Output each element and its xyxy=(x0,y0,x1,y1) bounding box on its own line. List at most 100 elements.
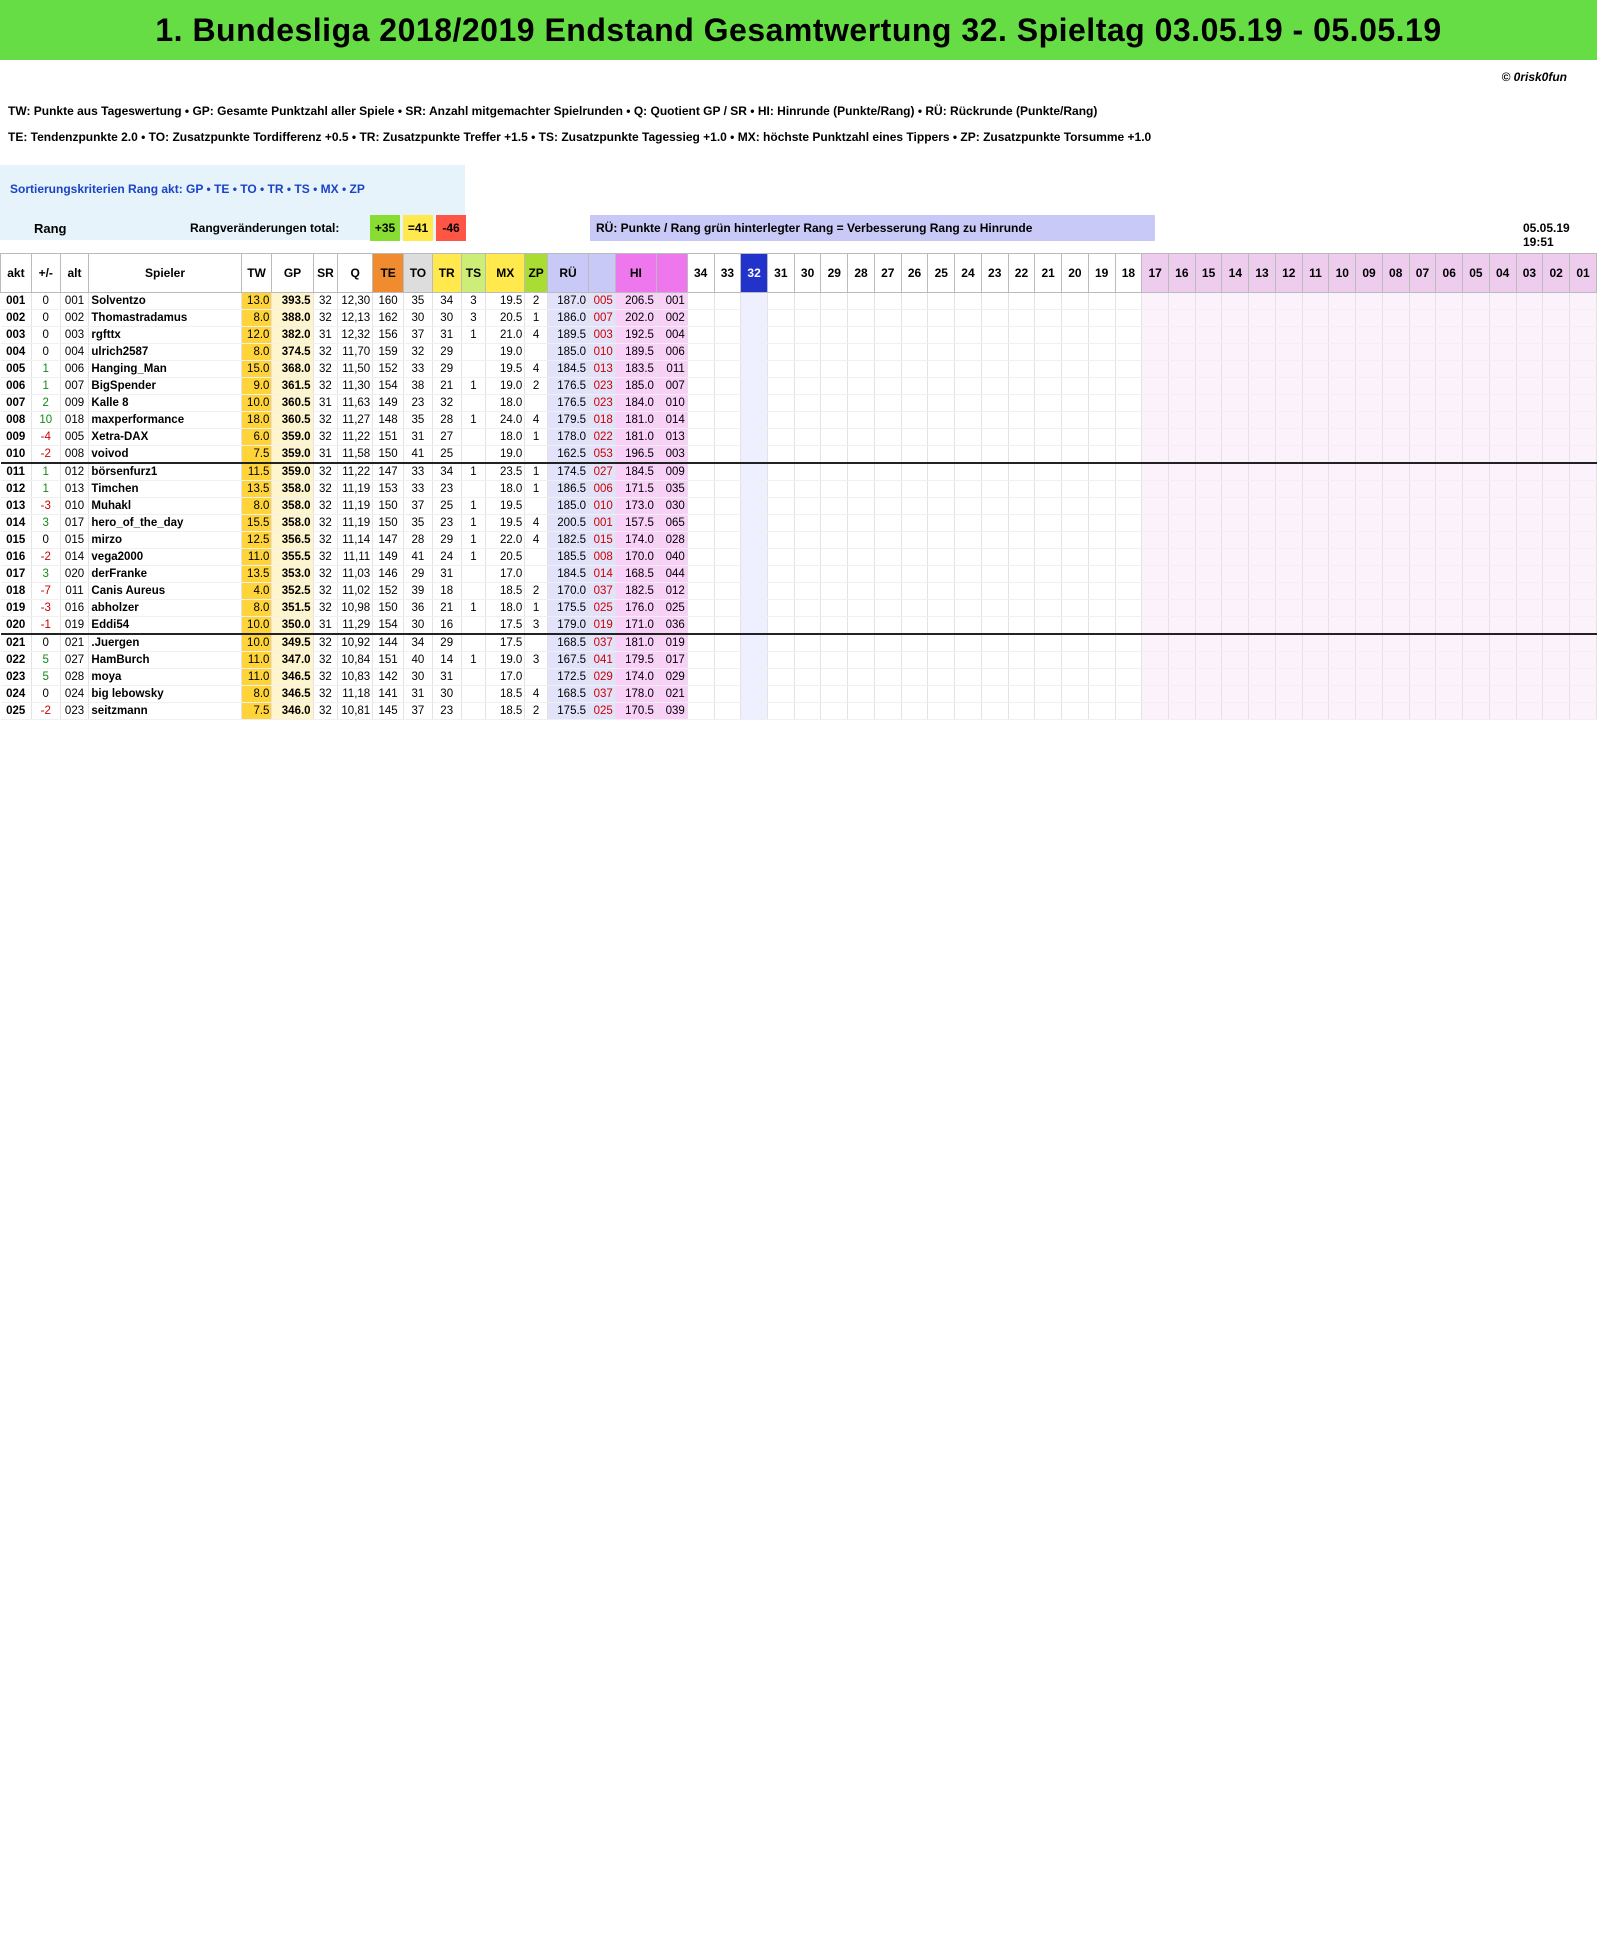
cell-name: Kalle 8 xyxy=(88,394,242,412)
cell-round xyxy=(1355,616,1383,635)
cell-hi: 171.5 xyxy=(615,480,657,498)
col-round: 04 xyxy=(1488,253,1517,293)
cell-round xyxy=(687,343,715,361)
cell-akt: 012 xyxy=(0,480,32,498)
cell-round xyxy=(1275,343,1303,361)
cell-round xyxy=(1409,531,1437,549)
cell-round xyxy=(927,497,956,515)
cell-round xyxy=(1355,480,1383,498)
cell-round xyxy=(1061,582,1089,600)
cell-name: Muhakl xyxy=(88,497,242,515)
cell-round xyxy=(1248,480,1276,498)
cell-round xyxy=(1168,633,1196,652)
cell-ru: 185.0 xyxy=(547,343,590,361)
cell-round xyxy=(1034,360,1063,378)
cell-hir: 002 xyxy=(656,309,688,327)
cell-d: 0 xyxy=(31,531,61,549)
cell-round xyxy=(927,445,956,464)
cell-akt: 011 xyxy=(0,462,32,481)
cell-gp: 349.5 xyxy=(271,633,314,652)
cell-round xyxy=(1115,599,1143,617)
cell-round xyxy=(820,599,849,617)
cell-alt: 008 xyxy=(60,445,90,464)
cell-round xyxy=(1489,360,1517,378)
cell-tw: 8.0 xyxy=(241,599,273,617)
cell-round xyxy=(820,702,849,720)
cell-name: .Juergen xyxy=(88,633,242,652)
cell-q: 11,11 xyxy=(337,548,374,566)
cell-akt: 002 xyxy=(0,309,32,327)
cell-round xyxy=(1275,548,1303,566)
cell-round xyxy=(1462,377,1490,395)
cell-round xyxy=(820,411,849,429)
cell-round xyxy=(901,616,929,635)
cell-ts: 1 xyxy=(461,531,487,549)
cell-round xyxy=(1034,411,1063,429)
cell-round xyxy=(1141,462,1169,481)
cell-alt: 024 xyxy=(60,685,90,703)
cell-round xyxy=(1115,445,1143,464)
cell-round xyxy=(1462,531,1490,549)
cell-hi: 171.0 xyxy=(615,616,657,635)
cell-akt: 018 xyxy=(0,582,32,600)
cell-round xyxy=(1302,582,1330,600)
cell-ts xyxy=(461,445,487,464)
cell-round xyxy=(1195,514,1223,532)
cell-round xyxy=(1489,702,1517,720)
cell-mx: 18.5 xyxy=(485,582,526,600)
cell-name: abholzer xyxy=(88,599,242,617)
cell-round xyxy=(820,685,849,703)
cell-tr: 30 xyxy=(432,685,462,703)
cell-tw: 13.5 xyxy=(241,480,273,498)
cell-round xyxy=(794,531,822,549)
cell-tr: 32 xyxy=(432,394,462,412)
cell-round xyxy=(1248,377,1276,395)
cell-round xyxy=(901,651,929,669)
cell-round xyxy=(1355,292,1383,310)
cell-hi: 170.5 xyxy=(615,702,657,720)
cell-round xyxy=(1569,616,1597,635)
cell-name: Timchen xyxy=(88,480,242,498)
cell-to: 41 xyxy=(403,548,433,566)
cell-round xyxy=(954,497,982,515)
cell-akt: 006 xyxy=(0,377,32,395)
cell-round xyxy=(1221,497,1250,515)
cell-round xyxy=(874,633,902,652)
col-to: TO xyxy=(403,253,433,293)
cell-gp: 359.0 xyxy=(271,445,314,464)
cell-round xyxy=(1034,651,1063,669)
cell-d: -4 xyxy=(31,428,61,446)
cell-round xyxy=(714,565,742,583)
cell-round xyxy=(1409,668,1437,686)
cell-round xyxy=(1516,514,1544,532)
col-player: Spieler xyxy=(88,253,242,293)
cell-round xyxy=(820,428,849,446)
cell-round xyxy=(981,599,1009,617)
cell-round xyxy=(1248,394,1276,412)
cell-round xyxy=(1328,565,1357,583)
cell-round xyxy=(820,668,849,686)
cell-round xyxy=(687,599,715,617)
cell-round xyxy=(1115,326,1143,344)
cell-round xyxy=(1168,326,1196,344)
cell-round xyxy=(714,292,742,310)
cell-ru: 167.5 xyxy=(547,651,590,669)
cell-round xyxy=(1008,582,1036,600)
cell-round xyxy=(740,565,768,583)
cell-round xyxy=(1141,582,1169,600)
cell-round xyxy=(1141,394,1169,412)
cell-round xyxy=(901,343,929,361)
cell-round xyxy=(820,514,849,532)
cell-round xyxy=(1302,633,1330,652)
cell-round xyxy=(1195,292,1223,310)
cell-d: -2 xyxy=(31,702,61,720)
cell-round xyxy=(1141,702,1169,720)
cell-tw: 12.0 xyxy=(241,326,273,344)
cell-round xyxy=(1489,497,1517,515)
cell-round xyxy=(981,309,1009,327)
cell-round xyxy=(1061,445,1089,464)
cell-round xyxy=(1221,411,1250,429)
cell-round xyxy=(1328,616,1357,635)
cell-te: 142 xyxy=(372,668,405,686)
cell-tr: 18 xyxy=(432,582,462,600)
